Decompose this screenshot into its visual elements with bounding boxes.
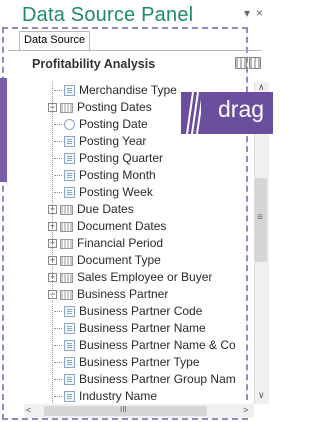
- field-icon: [64, 153, 75, 164]
- field-icon: [64, 340, 75, 351]
- title-buttons: ▾ ×: [244, 6, 269, 20]
- tree-item[interactable]: + Due Dates: [10, 201, 254, 218]
- refresh-icon[interactable]: [249, 57, 261, 69]
- field-icon: [64, 170, 75, 181]
- field-icon: [64, 136, 75, 147]
- scroll-down-arrow[interactable]: ∨: [258, 390, 265, 401]
- horizontal-scroll-thumb[interactable]: III: [44, 405, 207, 416]
- tree-item[interactable]: Business Partner Type: [10, 354, 254, 371]
- folder-icon: [60, 273, 73, 283]
- vertical-scroll-thumb[interactable]: ≡: [255, 178, 267, 262]
- field-icon: [64, 391, 75, 402]
- tree-item-label: Financial Period: [77, 236, 164, 250]
- tree-item[interactable]: Posting Week: [10, 184, 254, 201]
- field-icon: [64, 306, 75, 317]
- clock-icon: [64, 119, 75, 130]
- grid-view-icon[interactable]: [235, 57, 247, 69]
- tree-item-label: Sales Employee or Buyer: [77, 270, 213, 284]
- tree-item-label: Posting Month: [79, 168, 156, 182]
- tree-connector: [54, 379, 62, 380]
- tree-item-label: Document Type: [77, 253, 161, 267]
- tree-item-label: Business Partner Type: [79, 355, 200, 369]
- tree-item-label: Merchandise Type: [79, 83, 177, 97]
- tree-item[interactable]: Business Partner Group Nam: [10, 371, 254, 388]
- tree-item-label: Business Partner Group Nam: [79, 372, 236, 386]
- grip-icon: ≡: [257, 212, 263, 223]
- data-source-header: Profitability Analysis: [32, 57, 156, 71]
- tree-item[interactable]: Posting Quarter: [10, 150, 254, 167]
- tree-connector: [54, 362, 62, 363]
- grip-icon-h: III: [120, 405, 127, 414]
- tree-connector: [54, 328, 62, 329]
- tree-connector: [54, 158, 62, 159]
- tree-item-label: Due Dates: [77, 202, 134, 216]
- field-icon: [64, 323, 75, 334]
- pin-dropdown-icon[interactable]: ▾: [244, 6, 250, 20]
- field-icon: [64, 357, 75, 368]
- tree-item-label: Posting Dates: [77, 100, 152, 114]
- scroll-left-arrow[interactable]: <: [26, 405, 31, 415]
- tree-item-label: Posting Year: [79, 134, 147, 148]
- folder-icon: [60, 103, 73, 113]
- tree-item[interactable]: Business Partner Name: [10, 320, 254, 337]
- folder-icon: [60, 290, 73, 300]
- tree-item-label: Business Partner Name & Co: [79, 338, 236, 352]
- tree-connector: [54, 192, 62, 193]
- tree-connector: [54, 345, 62, 346]
- tree-item-label: Business Partner Name: [79, 321, 206, 335]
- tree-item[interactable]: − Business Partner: [10, 286, 254, 303]
- tree-item[interactable]: Business Partner Code: [10, 303, 254, 320]
- tree-item[interactable]: + Document Dates: [10, 218, 254, 235]
- folder-icon: [60, 222, 73, 232]
- tree-item-label: Posting Week: [79, 185, 153, 199]
- tree-item[interactable]: + Sales Employee or Buyer: [10, 269, 254, 286]
- scroll-right-arrow[interactable]: >: [243, 405, 248, 415]
- tree-item-label: Posting Quarter: [79, 151, 164, 165]
- tree-item-label: Industry Name: [79, 389, 158, 403]
- close-icon[interactable]: ×: [256, 6, 263, 20]
- drag-stripes-icon: [186, 92, 201, 134]
- left-accent-bar: [0, 78, 7, 182]
- tree-connector: [54, 311, 62, 312]
- tree-guide-line: [52, 82, 53, 404]
- panel-title: Data Source Panel: [22, 4, 194, 26]
- tree-item[interactable]: Posting Month: [10, 167, 254, 184]
- tree-connector: [54, 141, 62, 142]
- folder-icon: [60, 205, 73, 215]
- folder-icon: [60, 256, 73, 266]
- folder-icon: [60, 239, 73, 249]
- tree-connector: [54, 396, 62, 397]
- tab-data-source[interactable]: Data Source: [19, 31, 91, 51]
- tree-item[interactable]: + Document Type: [10, 252, 254, 269]
- tree-item-label: Posting Date: [79, 117, 148, 131]
- tree-item-label: Document Dates: [77, 219, 167, 233]
- field-icon: [64, 374, 75, 385]
- tree-item-label: Business Partner Code: [79, 304, 203, 318]
- tree-item-label: Business Partner: [77, 287, 169, 301]
- tree-item[interactable]: Business Partner Name & Co: [10, 337, 254, 354]
- tree-item[interactable]: Industry Name: [10, 388, 254, 404]
- field-icon: [64, 85, 75, 96]
- field-icon: [64, 187, 75, 198]
- tree-connector: [54, 124, 62, 125]
- tree-connector: [54, 90, 62, 91]
- tree-connector: [54, 175, 62, 176]
- drag-label: drag: [218, 96, 265, 122]
- tab-divider: [8, 50, 261, 51]
- tree-item[interactable]: Posting Year: [10, 133, 254, 150]
- tree-item[interactable]: + Financial Period: [10, 235, 254, 252]
- header-toolbar: [235, 56, 263, 74]
